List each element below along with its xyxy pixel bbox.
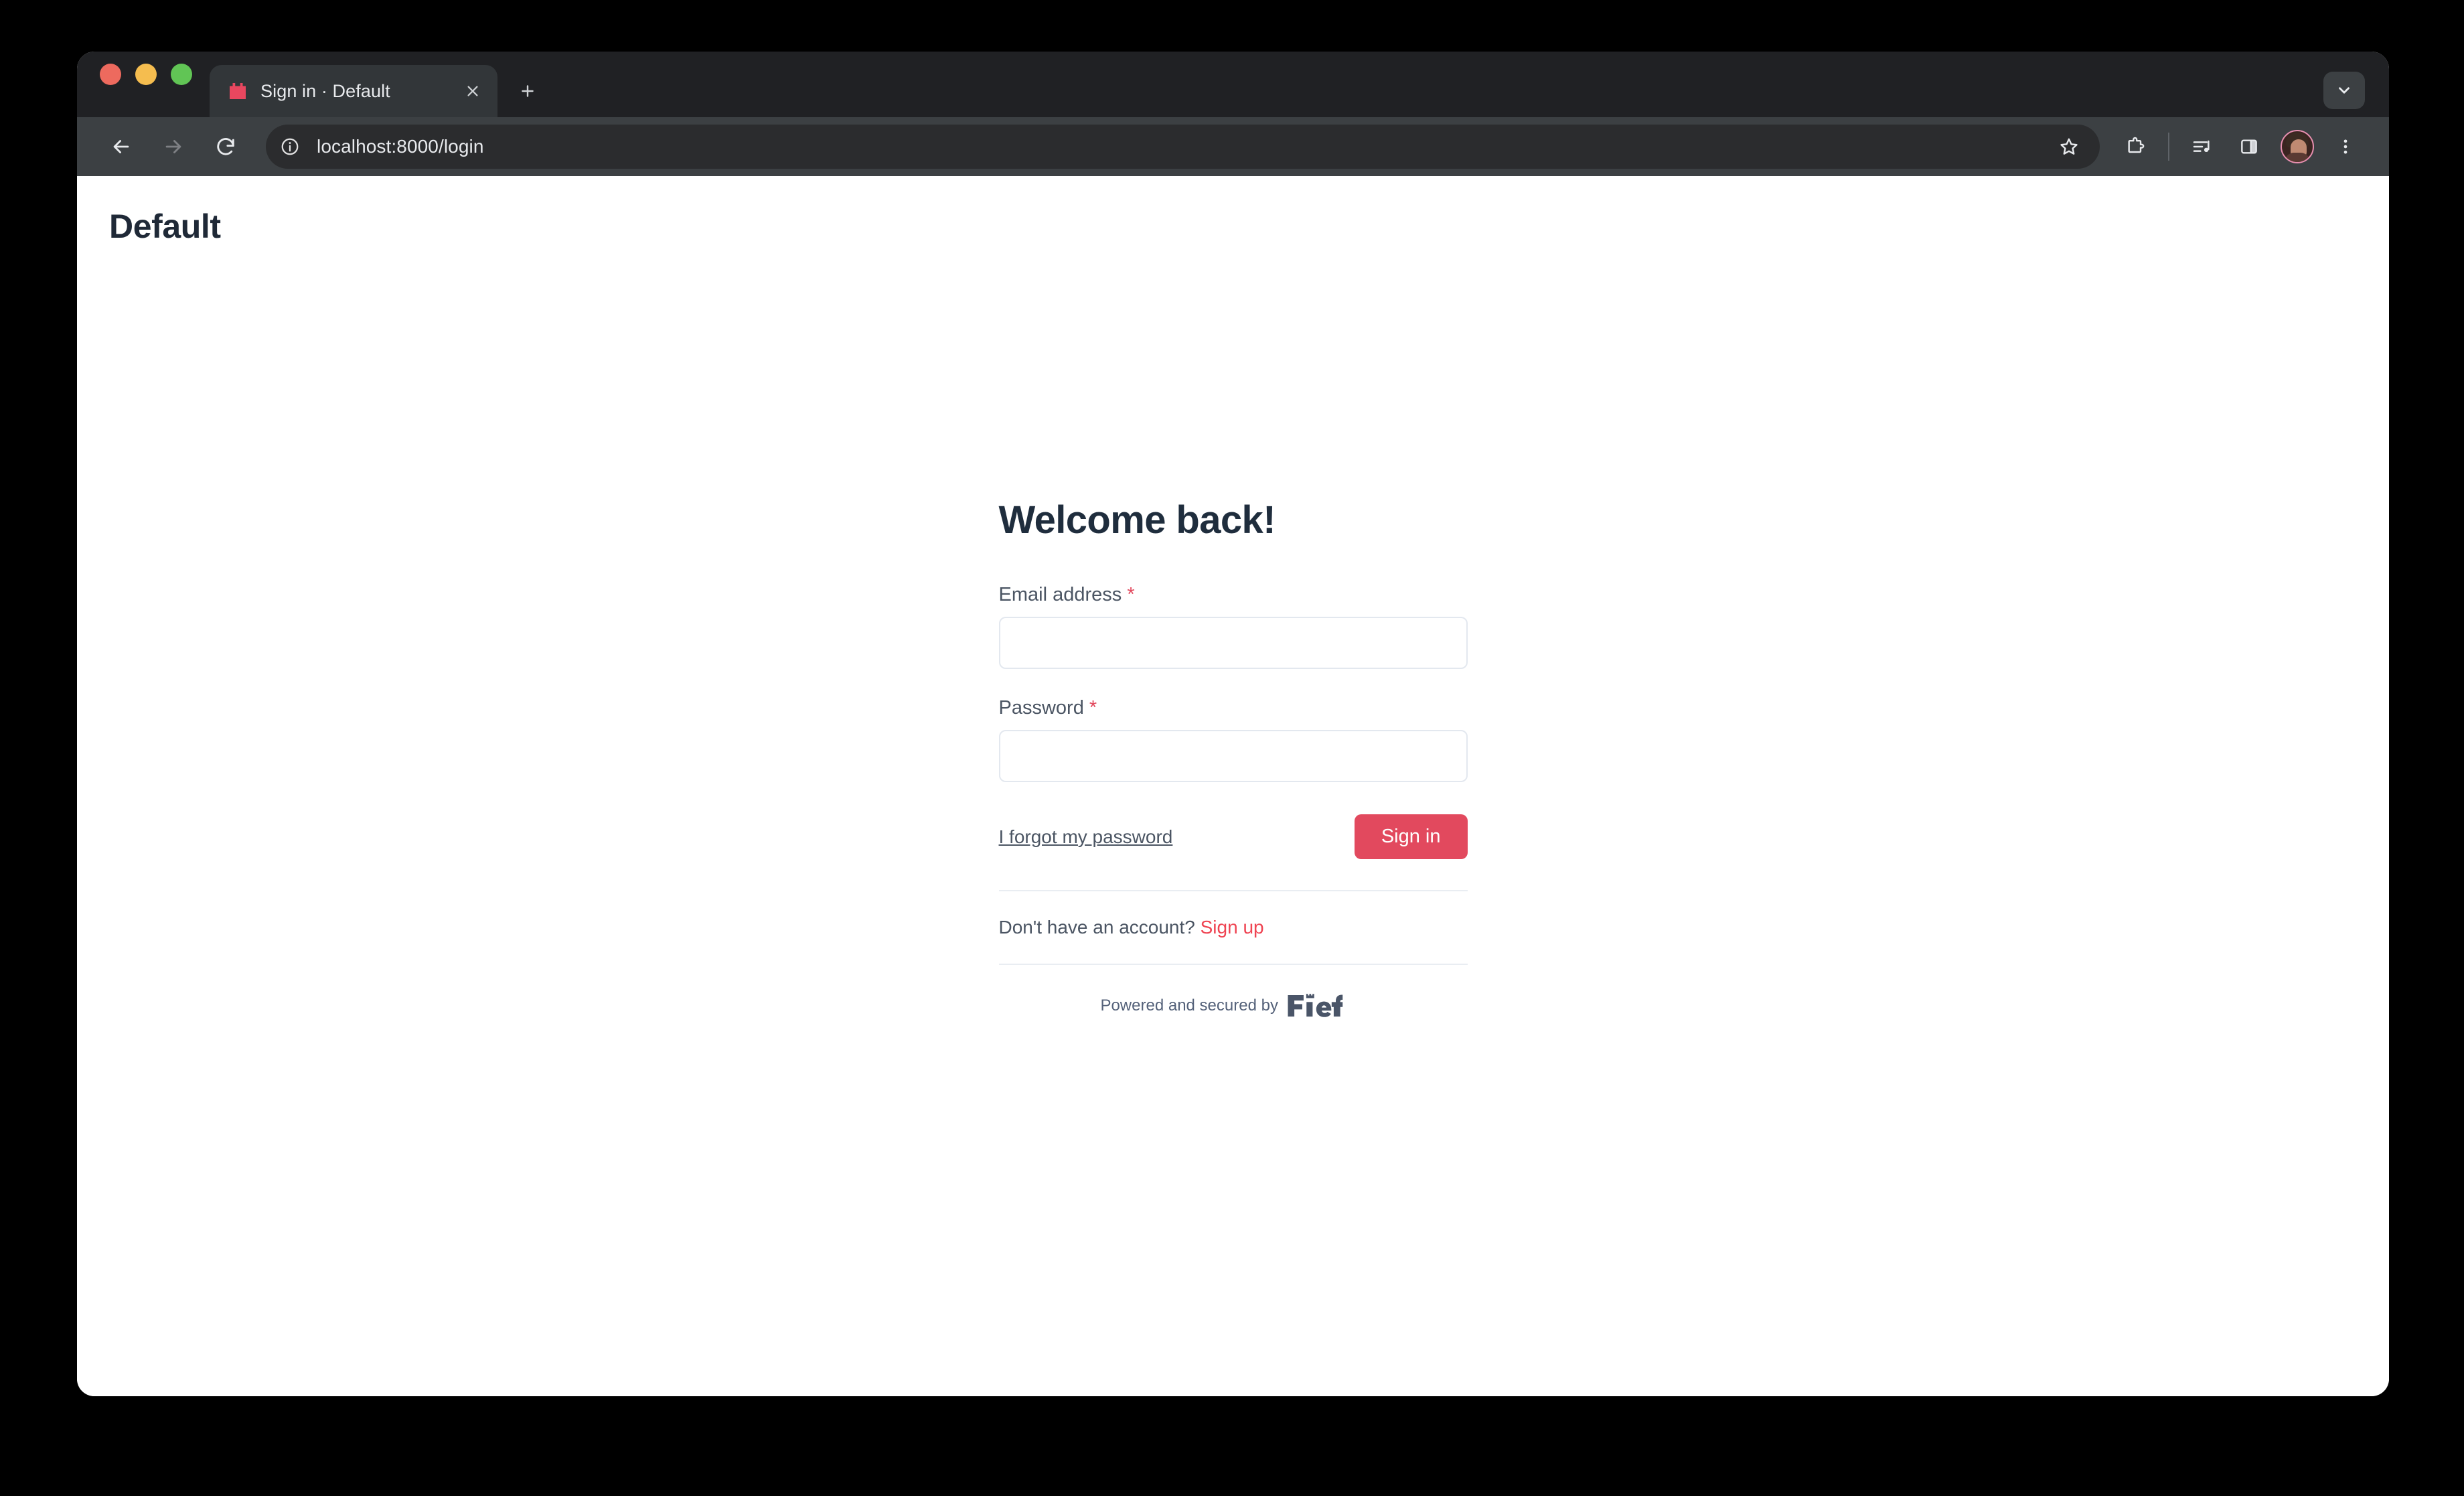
login-form: Email address * Password * I forgot my p… — [998, 584, 1468, 859]
browser-tab-title: Sign in · Default — [260, 80, 390, 101]
email-label-text: Email address — [998, 584, 1122, 605]
email-field-label: Email address * — [999, 584, 1468, 606]
media-control-icon[interactable] — [2180, 125, 2224, 169]
tab-strip: Sign in · Default — [77, 52, 2389, 117]
back-arrow-icon[interactable] — [97, 123, 145, 171]
extensions-puzzle-icon[interactable] — [2113, 125, 2157, 169]
forgot-password-link[interactable]: I forgot my password — [999, 826, 1173, 848]
password-field-label: Password * — [999, 697, 1468, 719]
signup-prompt-row: Don't have an account? Sign up — [999, 891, 1468, 964]
browser-window: Sign in · Default localhost:8000/login D… — [77, 52, 2389, 1396]
email-field[interactable] — [998, 617, 1468, 669]
password-label-text: Password — [998, 697, 1084, 719]
fief-brand-logo — [1288, 994, 1343, 1017]
powered-by-text: Powered and secured by — [1100, 996, 1278, 1015]
close-icon[interactable] — [457, 76, 488, 106]
password-field-group: Password * — [998, 697, 1468, 782]
three-dot-menu-icon[interactable] — [2323, 125, 2368, 169]
required-asterisk: * — [1127, 584, 1135, 605]
reload-icon[interactable] — [202, 123, 250, 171]
toolbar-actions — [2113, 125, 2368, 169]
toolbar-divider — [2168, 133, 2169, 161]
site-header: Default — [77, 176, 2389, 246]
new-tab-icon[interactable] — [510, 73, 546, 109]
maximize-window-button[interactable] — [171, 64, 192, 85]
address-bar[interactable]: localhost:8000/login — [266, 125, 2100, 169]
address-bar-url: localhost:8000/login — [317, 136, 484, 157]
star-icon[interactable] — [2050, 128, 2088, 165]
form-actions: I forgot my password Sign in — [999, 814, 1468, 859]
window-traffic-lights — [100, 52, 192, 117]
avatar[interactable] — [2281, 130, 2314, 163]
chevron-down-icon[interactable] — [2323, 72, 2365, 109]
minimize-window-button[interactable] — [135, 64, 157, 85]
forward-arrow-icon[interactable] — [149, 123, 198, 171]
close-window-button[interactable] — [100, 64, 121, 85]
email-field-group: Email address * — [998, 584, 1468, 669]
page-title: Default — [109, 208, 221, 245]
browser-toolbar: localhost:8000/login — [77, 117, 2389, 176]
login-card: Welcome back! Email address * Password * — [998, 498, 1468, 1020]
browser-tab-active[interactable]: Sign in · Default — [210, 65, 497, 117]
welcome-heading: Welcome back! — [998, 498, 1276, 542]
signup-prompt-text: Don't have an account? — [998, 917, 1195, 938]
info-circle-icon[interactable] — [273, 129, 307, 164]
page-content: Default Welcome back! Email address * Pa… — [77, 176, 2389, 1396]
required-asterisk: * — [1089, 697, 1097, 719]
password-field[interactable] — [998, 730, 1468, 782]
avatar-body — [2285, 153, 2310, 162]
powered-by-footer: Powered and secured by — [999, 965, 1468, 1020]
login-container: Welcome back! Email address * Password * — [77, 498, 2389, 1020]
sign-in-button[interactable]: Sign in — [1354, 814, 1468, 859]
fief-castle-favicon-icon — [230, 83, 246, 99]
side-panel-icon[interactable] — [2227, 125, 2271, 169]
sign-up-link[interactable]: Sign up — [1201, 917, 1264, 938]
